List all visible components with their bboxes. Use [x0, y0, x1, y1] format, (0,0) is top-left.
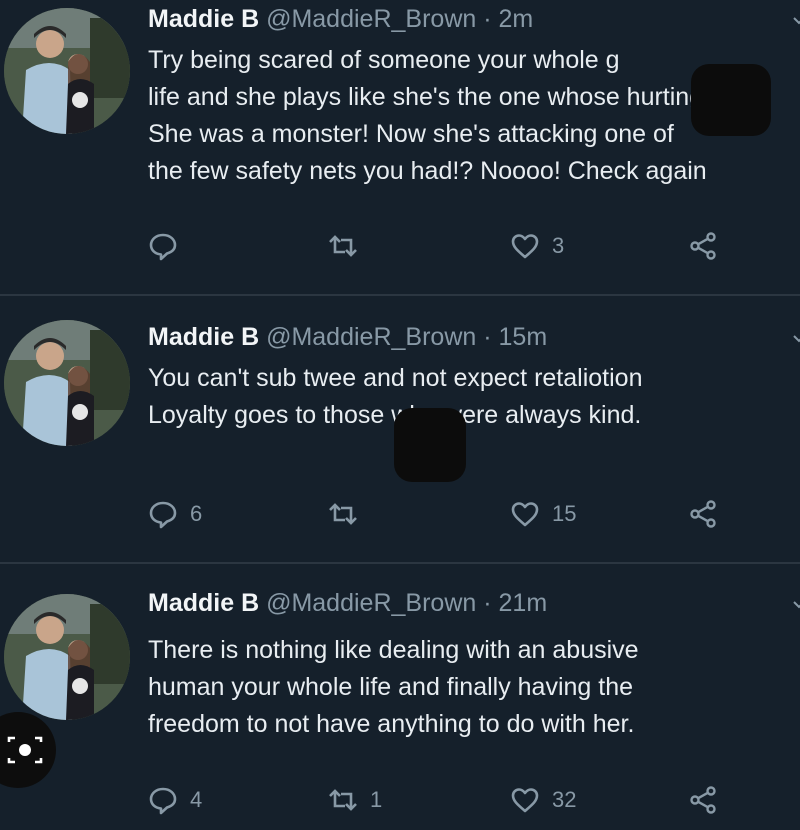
tweet-text-line: human your whole life and finally having… — [148, 673, 634, 701]
user-handle[interactable]: @MaddieR_Brown — [266, 589, 476, 617]
retweet-button[interactable] — [328, 226, 370, 266]
tweet-header: Maddie B @MaddieR_Brown · 15m — [148, 322, 547, 352]
chevron-down-icon[interactable] — [792, 332, 800, 346]
tweet-actions: 6 15 — [148, 494, 768, 534]
like-button[interactable]: 15 — [510, 494, 576, 534]
tweet[interactable]: Maddie B @MaddieR_Brown · 21m There is n… — [0, 562, 800, 830]
reply-icon — [149, 233, 177, 261]
like-count: 3 — [552, 233, 565, 258]
separator-dot: · — [483, 5, 492, 33]
user-handle[interactable]: @MaddieR_Brown — [266, 323, 476, 351]
tweet-header: Maddie B @MaddieR_Brown · 21m — [148, 588, 547, 618]
avatar[interactable] — [4, 594, 130, 720]
separator-dot: · — [483, 323, 492, 351]
share-button[interactable] — [688, 226, 718, 266]
redaction-mark — [691, 64, 771, 136]
display-name[interactable]: Maddie B — [148, 323, 259, 351]
tweet[interactable]: Maddie B @MaddieR_Brown · 2m Try being s… — [0, 0, 800, 296]
share-icon — [690, 786, 716, 814]
avatar-photo — [4, 594, 130, 720]
retweet-button[interactable]: 1 — [328, 780, 382, 820]
tweet-actions: 3 — [148, 226, 768, 266]
like-button[interactable]: 3 — [510, 226, 564, 266]
heart-icon — [511, 234, 539, 259]
tweet-text-line: freedom to not have anything to do with … — [148, 710, 635, 738]
tweet-actions: 4 1 32 — [148, 780, 768, 820]
display-name[interactable]: Maddie B — [148, 589, 259, 617]
retweet-icon — [329, 789, 357, 811]
tweet-text-line: There is nothing like dealing with an ab… — [148, 636, 639, 664]
retweet-button[interactable] — [328, 494, 370, 534]
timestamp[interactable]: 2m — [499, 5, 534, 33]
user-handle[interactable]: @MaddieR_Brown — [266, 5, 476, 33]
heart-icon — [511, 788, 539, 813]
retweet-count: 1 — [370, 787, 383, 812]
heart-icon — [511, 502, 539, 527]
reply-icon — [149, 787, 177, 815]
reply-count: 6 — [190, 501, 203, 526]
camera-icon — [7, 736, 43, 764]
reply-button[interactable]: 4 — [148, 780, 202, 820]
avatar[interactable] — [4, 320, 130, 446]
reply-count: 4 — [190, 787, 203, 812]
display-name[interactable]: Maddie B — [148, 5, 259, 33]
timestamp[interactable]: 21m — [499, 589, 548, 617]
reply-icon — [149, 501, 177, 529]
reply-button[interactable]: 6 — [148, 494, 202, 534]
like-button[interactable]: 32 — [510, 780, 576, 820]
timeline-feed: Maddie B @MaddieR_Brown · 2m Try being s… — [0, 0, 800, 830]
timestamp[interactable]: 15m — [499, 323, 548, 351]
like-count: 32 — [552, 787, 577, 812]
tweet-text: Try being scared of someone your whole g… — [148, 42, 800, 190]
avatar-photo — [4, 8, 130, 134]
retweet-icon — [329, 503, 357, 525]
tweet-text-line: You can't sub twee and not expect retali… — [148, 364, 643, 392]
chevron-down-icon[interactable] — [792, 598, 800, 612]
avatar[interactable] — [4, 8, 130, 134]
share-icon — [690, 232, 716, 260]
like-count: 15 — [552, 501, 577, 526]
tweet-text-line: Loyalty goes to those who were always ki… — [148, 401, 642, 429]
tweet[interactable]: Maddie B @MaddieR_Brown · 15m You can't … — [0, 296, 800, 562]
separator-dot: · — [483, 589, 492, 617]
chevron-down-icon[interactable] — [792, 14, 800, 28]
tweet-header: Maddie B @MaddieR_Brown · 2m — [148, 4, 533, 34]
share-button[interactable] — [688, 780, 718, 820]
reply-button[interactable] — [148, 226, 190, 266]
avatar-photo — [4, 320, 130, 446]
redaction-mark — [394, 408, 466, 482]
share-icon — [690, 500, 716, 528]
tweet-text: You can't sub twee and not expect retali… — [148, 360, 800, 482]
tweet-text-line: the few safety nets you had!? Noooo! Che… — [148, 157, 707, 185]
retweet-icon — [329, 235, 357, 257]
tweet-text: There is nothing like dealing with an ab… — [148, 632, 800, 743]
share-button[interactable] — [688, 494, 718, 534]
